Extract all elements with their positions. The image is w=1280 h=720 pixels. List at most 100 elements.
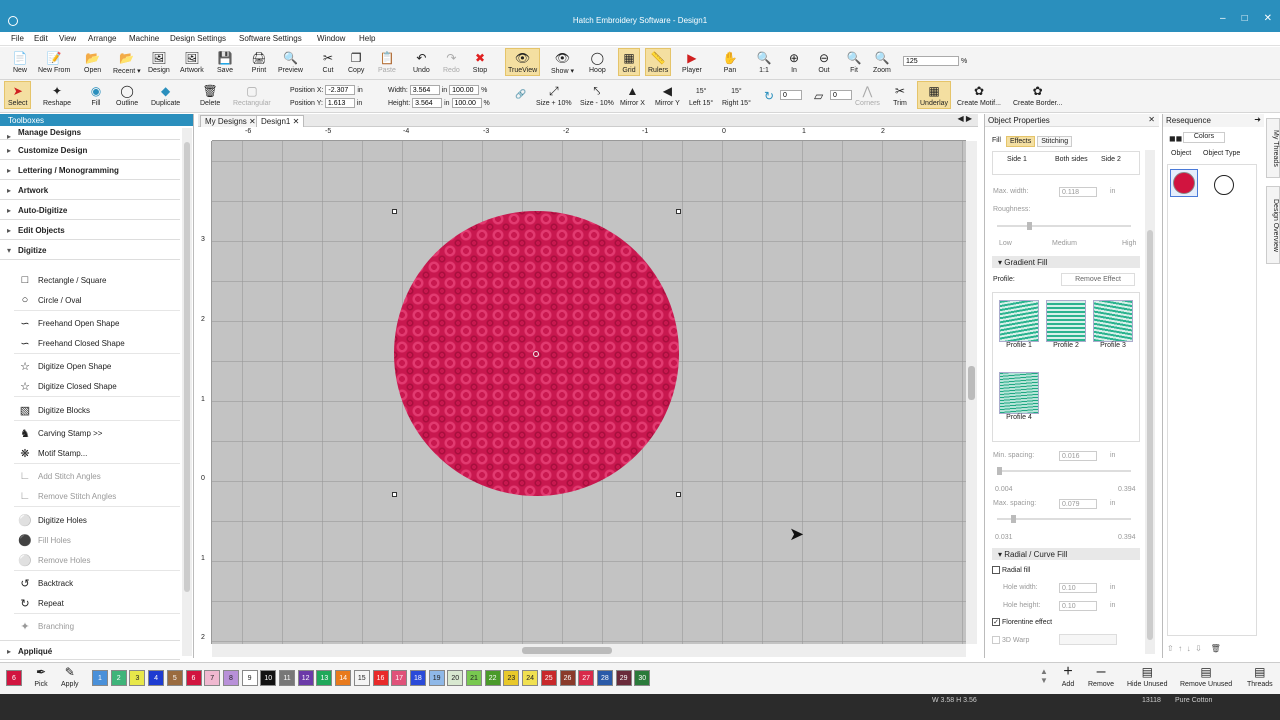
section-applique[interactable]: Appliqué [0, 640, 180, 660]
tool-motif-stamp[interactable]: ❋ Motif Stamp... [18, 446, 87, 460]
tool-remove-holes[interactable]: ⚪ Remove Holes [18, 553, 90, 567]
grid-button[interactable]: ▦ Grid [618, 48, 640, 76]
menu-software-settings[interactable]: Software Settings [239, 34, 302, 43]
tool-repeat[interactable]: ↻ Repeat [18, 596, 63, 610]
canvas-vertical-scrollbar[interactable] [966, 141, 977, 644]
menu-view[interactable]: View [59, 34, 76, 43]
radial-curve-fill-header[interactable]: ▾ Radial / Curve Fill [992, 548, 1140, 560]
tab-design-overview[interactable]: Design Overview [1266, 186, 1280, 264]
profile-1-option[interactable]: Profile 1 [999, 300, 1039, 354]
palette-swatch[interactable]: 14 [335, 670, 352, 686]
trueview-button[interactable]: 👁 TrueView [505, 48, 541, 76]
reshape-button[interactable]: ✦ Reshape [43, 83, 71, 107]
height-input[interactable] [412, 98, 443, 108]
palette-swatch[interactable]: 19 [428, 670, 445, 686]
save-button[interactable]: 💾 Save [217, 50, 233, 74]
position-y-input[interactable] [324, 98, 355, 108]
apply-button[interactable]: ✎ Apply [61, 664, 79, 688]
hole-width-spinner[interactable]: 0.10 [1059, 583, 1097, 593]
position-x-input[interactable] [325, 85, 356, 95]
rectangular-button[interactable]: ▢ Rectangular [233, 83, 271, 107]
undo-button[interactable]: ↶ Undo [413, 50, 430, 74]
palette-swatch[interactable]: 27 [578, 670, 595, 686]
hide-unused-button[interactable]: ▤ Hide Unused [1127, 664, 1167, 688]
palette-swatch[interactable]: 25 [540, 670, 557, 686]
palette-swatch[interactable]: 3 [129, 670, 146, 686]
color-block-item[interactable] [1170, 169, 1198, 197]
recent-button[interactable]: 📂 Recent ▾ [113, 50, 141, 75]
palette-swatch[interactable]: 23 [503, 670, 520, 686]
tab-effects[interactable]: Effects [1005, 136, 1036, 147]
tool-backtrack[interactable]: ↺ Backtrack [18, 576, 73, 590]
min-spacing-spinner[interactable]: 0.016 [1059, 451, 1097, 461]
section-lettering[interactable]: Lettering / Monogramming [0, 160, 180, 180]
height-percent-input[interactable] [451, 98, 482, 108]
florentine-effect-checkbox[interactable]: ✓ Florentine effect [992, 618, 1052, 626]
maximize-icon[interactable]: □ [1242, 13, 1248, 24]
selection-handle[interactable] [392, 492, 397, 497]
tool-branching[interactable]: ✦ Branching [18, 619, 74, 633]
move-last-icon[interactable]: ⇩ [1195, 644, 1202, 653]
tool-digitize-holes[interactable]: ⚪ Digitize Holes [18, 513, 87, 527]
profile-4-option[interactable]: Profile 4 [999, 372, 1039, 426]
palette-swatch[interactable]: 24 [522, 670, 539, 686]
3d-warp-checkbox[interactable]: 3D Warp [992, 636, 1029, 644]
section-digitize[interactable]: Digitize [0, 240, 180, 260]
delete-button[interactable]: 🗑 Delete [200, 83, 220, 107]
cut-button[interactable]: ✂ Cut [320, 50, 336, 74]
tool-digitize-blocks[interactable]: ▧ Digitize Blocks [18, 403, 90, 417]
lock-proportion-icon[interactable]: 🔗 [515, 89, 526, 100]
remove-thread-button[interactable]: – Remove [1088, 663, 1114, 688]
open-button[interactable]: 📂 Open [84, 50, 101, 74]
preview-button[interactable]: 🔍 Preview [278, 50, 303, 74]
profile-3-option[interactable]: Profile 3 [1093, 300, 1133, 354]
duplicate-button[interactable]: ◆ Duplicate [151, 83, 180, 107]
new-from-button[interactable]: 📝 New From [38, 50, 70, 74]
menu-window[interactable]: Window [317, 34, 345, 43]
both-sides-option[interactable]: Both sides [1055, 156, 1088, 163]
selection-handle[interactable] [392, 209, 397, 214]
palette-swatch[interactable]: 13 [316, 670, 333, 686]
palette-swatch[interactable]: 7 [204, 670, 221, 686]
palette-swatch[interactable]: 11 [279, 670, 295, 686]
tool-fill-holes[interactable]: ⚫ Fill Holes [18, 533, 71, 547]
object-center-marker[interactable] [533, 351, 539, 357]
trim-button[interactable]: ✂ Trim [892, 83, 908, 107]
tab-scroll-arrows[interactable]: ◀ ▶ [957, 114, 972, 123]
pan-button[interactable]: ✋ Pan [722, 50, 738, 74]
palette-swatch[interactable]: 8 [222, 670, 239, 686]
outline-button[interactable]: ◯ Outline [116, 83, 138, 107]
tool-rectangle[interactable]: □ Rectangle / Square [18, 273, 107, 287]
size-plus-button[interactable]: ⤢ Size + 10% [536, 83, 572, 108]
close-icon[interactable]: ✕ [1264, 13, 1272, 24]
zoom-fit-button[interactable]: 🔍 Fit [846, 50, 862, 74]
roughness-slider[interactable] [997, 222, 1131, 230]
max-spacing-spinner[interactable]: 0.079 [1059, 499, 1097, 509]
select-button[interactable]: ➤ Select [4, 81, 32, 109]
palette-swatch[interactable]: 2 [110, 670, 127, 686]
profile-2-option[interactable]: Profile 2 [1046, 300, 1086, 354]
tool-circle[interactable]: ○ Circle / Oval [18, 293, 82, 307]
outline-circle-icon[interactable] [1214, 175, 1234, 195]
tool-digitize-open[interactable]: ☆ Digitize Open Shape [18, 359, 111, 373]
resequence-view-icon[interactable]: ◼◼ [1169, 134, 1182, 143]
size-minus-button[interactable]: ⤣ Size - 10% [580, 83, 614, 108]
tool-freehand-closed[interactable]: ∽ Freehand Closed Shape [18, 336, 124, 350]
palette-swatch[interactable]: 28 [596, 670, 613, 686]
tool-freehand-open[interactable]: ∽ Freehand Open Shape [18, 316, 119, 330]
palette-swatch[interactable]: 6 [185, 670, 202, 686]
tool-remove-stitch-angles[interactable]: ∟ Remove Stitch Angles [18, 489, 117, 503]
properties-scrollbar[interactable] [1145, 150, 1155, 654]
remove-effect-button[interactable]: Remove Effect [1061, 273, 1135, 286]
zoom-in-button[interactable]: ⊕ In [786, 50, 802, 74]
close-tab-icon[interactable]: ✕ [249, 117, 256, 126]
palette-swatch[interactable]: 10 [260, 670, 277, 686]
move-down-icon[interactable]: ↓ [1187, 644, 1191, 653]
tab-my-designs[interactable]: My Designs ✕ [200, 115, 261, 127]
zoom-button[interactable]: 🔍 Zoom [873, 50, 891, 74]
min-spacing-slider[interactable] [997, 467, 1131, 475]
menu-arrange[interactable]: Arrange [88, 34, 116, 43]
max-spacing-slider[interactable] [997, 515, 1131, 523]
tool-digitize-closed[interactable]: ☆ Digitize Closed Shape [18, 379, 117, 393]
menu-edit[interactable]: Edit [34, 34, 48, 43]
